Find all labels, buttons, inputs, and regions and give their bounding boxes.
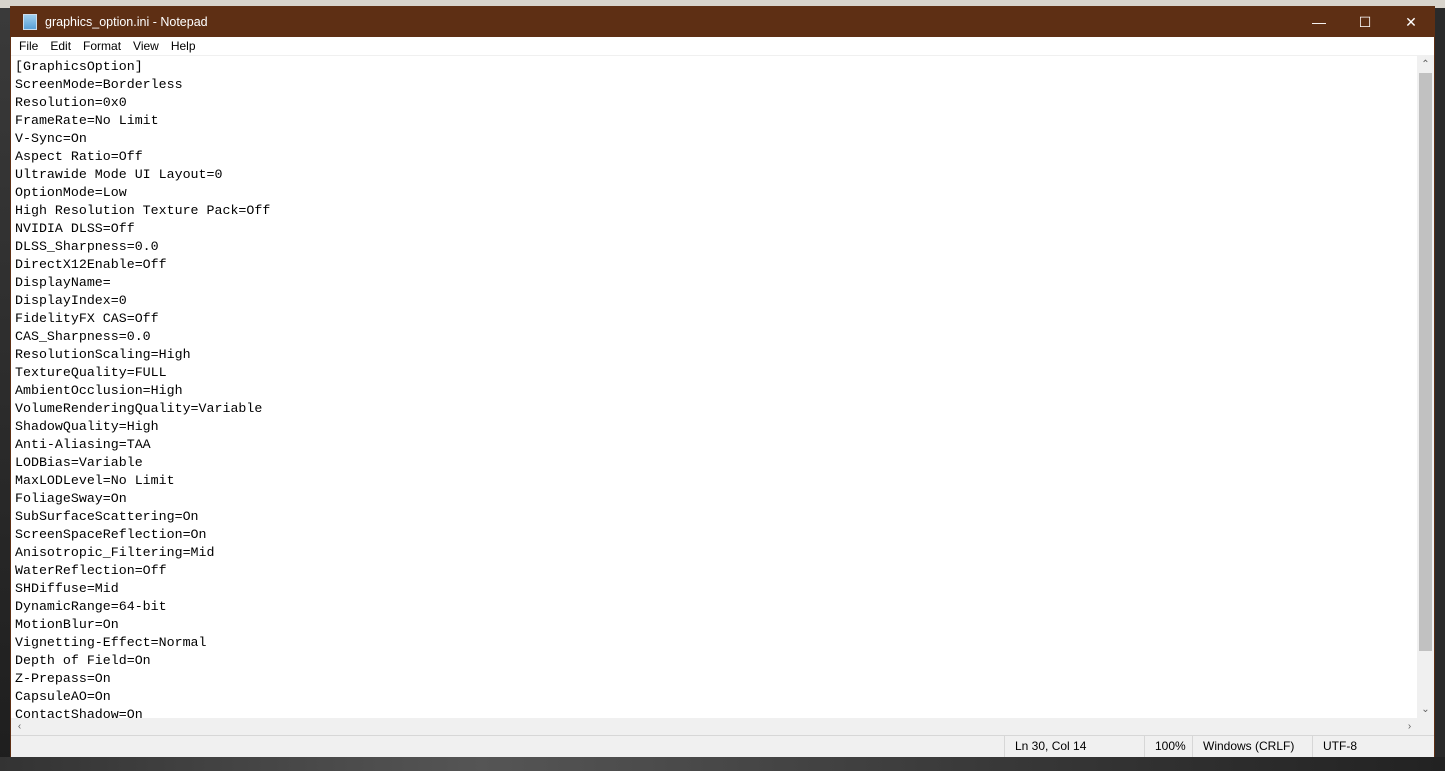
menu-view[interactable]: View	[127, 39, 165, 53]
text-line: ScreenMode=Borderless	[15, 77, 183, 92]
horizontal-scrollbar[interactable]: ‹ ›	[11, 718, 1418, 735]
text-line: WaterReflection=Off	[15, 563, 167, 578]
text-line: TextureQuality=FULL	[15, 365, 167, 380]
text-line: OptionMode=Low	[15, 185, 127, 200]
close-button[interactable]: ✕	[1388, 7, 1434, 37]
vertical-scrollbar[interactable]: ⌃ ⌄	[1417, 56, 1434, 718]
minimize-button[interactable]: —	[1296, 7, 1342, 37]
text-line: Anisotropic_Filtering=Mid	[15, 545, 215, 560]
text-line: CAS_Sharpness=0.0	[15, 329, 151, 344]
text-line: Resolution=0x0	[15, 95, 127, 110]
notepad-window: graphics_option.ini - Notepad — ☐ ✕ File…	[10, 6, 1435, 757]
scrollbar-corner	[1417, 718, 1434, 735]
text-editor[interactable]: [GraphicsOption] ScreenMode=Borderless Res…	[11, 56, 1418, 718]
scroll-left-icon[interactable]: ‹	[11, 718, 28, 735]
zoom-level: 100%	[1144, 736, 1186, 757]
menu-help[interactable]: Help	[165, 39, 202, 53]
text-line: AmbientOcclusion=High	[15, 383, 183, 398]
text-line: V-Sync=On	[15, 131, 87, 146]
text-line: MaxLODLevel=No Limit	[15, 473, 175, 488]
menu-bar: File Edit Format View Help	[11, 37, 1434, 56]
status-bar: Ln 30, Col 14 100% Windows (CRLF) UTF-8	[11, 735, 1434, 757]
text-line: LODBias=Variable	[15, 455, 143, 470]
text-line: Ultrawide Mode UI Layout=0	[15, 167, 223, 182]
text-line: ShadowQuality=High	[15, 419, 159, 434]
scroll-right-icon[interactable]: ›	[1401, 718, 1418, 735]
text-line: FrameRate=No Limit	[15, 113, 159, 128]
text-line: FidelityFX CAS=Off	[15, 311, 159, 326]
vertical-scroll-thumb[interactable]	[1419, 73, 1432, 651]
text-line: DirectX12Enable=Off	[15, 257, 167, 272]
text-line: Z-Prepass=On	[15, 671, 111, 686]
text-line: VolumeRenderingQuality=Variable	[15, 401, 263, 416]
cursor-position: Ln 30, Col 14	[1004, 736, 1086, 757]
desktop-background-bottom	[0, 757, 1445, 771]
encoding: UTF-8	[1312, 736, 1357, 757]
text-line: MotionBlur=On	[15, 617, 119, 632]
text-line: ScreenSpaceReflection=On	[15, 527, 207, 542]
text-line: ContactShadow=On	[15, 707, 143, 718]
menu-edit[interactable]: Edit	[44, 39, 77, 53]
text-line: SHDiffuse=Mid	[15, 581, 119, 596]
text-line: SubSurfaceScattering=On	[15, 509, 199, 524]
text-line: DLSS_Sharpness=0.0	[15, 239, 159, 254]
scroll-up-icon[interactable]: ⌃	[1417, 56, 1434, 73]
text-line: High Resolution Texture Pack=Off	[15, 203, 271, 218]
text-line: NVIDIA DLSS=Off	[15, 221, 135, 236]
text-line: Depth of Field=On	[15, 653, 151, 668]
title-bar[interactable]: graphics_option.ini - Notepad — ☐ ✕	[11, 7, 1434, 37]
text-line: CapsuleAO=On	[15, 689, 111, 704]
text-line: Aspect Ratio=Off	[15, 149, 143, 164]
window-title: graphics_option.ini - Notepad	[45, 15, 208, 29]
text-line: DynamicRange=64-bit	[15, 599, 167, 614]
text-line: Anti-Aliasing=TAA	[15, 437, 151, 452]
text-line: ResolutionScaling=High	[15, 347, 191, 362]
text-line: DisplayName=	[15, 275, 111, 290]
line-ending: Windows (CRLF)	[1192, 736, 1294, 757]
text-line: DisplayIndex=0	[15, 293, 127, 308]
text-line: FoliageSway=On	[15, 491, 127, 506]
menu-format[interactable]: Format	[77, 39, 127, 53]
maximize-button[interactable]: ☐	[1342, 7, 1388, 37]
notepad-icon	[23, 14, 37, 30]
menu-file[interactable]: File	[13, 39, 44, 53]
text-line: [GraphicsOption]	[15, 59, 143, 74]
scroll-down-icon[interactable]: ⌄	[1417, 701, 1434, 718]
text-line: Vignetting-Effect=Normal	[15, 635, 207, 650]
